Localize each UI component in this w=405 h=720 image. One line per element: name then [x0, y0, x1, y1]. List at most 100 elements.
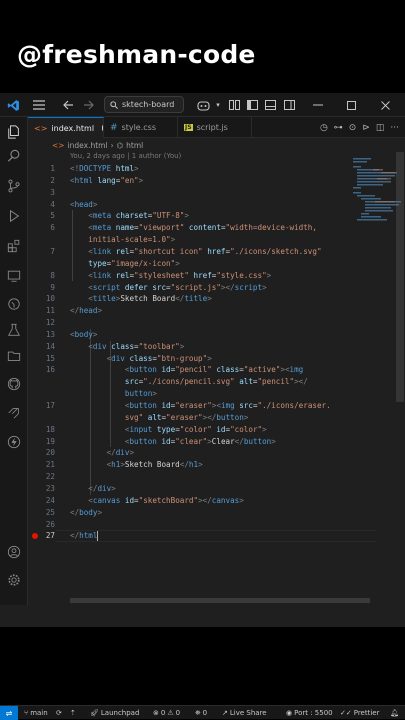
code-line[interactable]: 15 <div class="btn-group"> — [28, 353, 358, 365]
live-server-status[interactable]: ◉ Port : 5500 — [286, 706, 333, 720]
open-changes-icon[interactable]: ⊙ — [349, 123, 357, 133]
code-text: </html — [70, 531, 99, 542]
forward-arrow-icon[interactable] — [80, 93, 96, 117]
git-blame-annotation: You, 2 days ago | 1 author (You) — [70, 152, 182, 160]
minimize-icon[interactable] — [310, 93, 326, 117]
code-line[interactable]: 23 </div> — [28, 483, 358, 495]
code-line[interactable]: 6 <meta name="viewport" content="width=d… — [28, 222, 358, 234]
code-line[interactable]: 17 <button id="eraser"><img src="./icons… — [28, 400, 358, 412]
tab-style-css[interactable]: # style.css — [104, 117, 178, 138]
menu-icon[interactable] — [30, 93, 48, 117]
account-icon[interactable] — [0, 541, 28, 563]
back-arrow-icon[interactable] — [60, 93, 76, 117]
code-line[interactable]: 9 <script defer src="script.js"></script… — [28, 282, 358, 294]
toggle-secondary-sidebar-icon[interactable] — [282, 93, 296, 117]
code-line[interactable]: 5 <meta charset="UTF-8"> — [28, 210, 358, 222]
toggle-sidebar-icon[interactable] — [245, 93, 259, 117]
tab-script-js[interactable]: JS script.js — [178, 117, 252, 138]
code-line[interactable]: 3 — [28, 187, 358, 199]
editor-actions: ◷ ⊶ ⊙ ⊳ ◫ ··· — [320, 117, 399, 138]
code-line[interactable]: 20 </div> — [28, 447, 358, 459]
problems-status[interactable]: ⊗ 0 ⚠︎ 0 — [153, 706, 180, 720]
code-line[interactable]: 13 <body> — [28, 329, 358, 341]
code-line[interactable]: 27 </html — [28, 530, 358, 542]
code-text: <meta name="viewport" content="width=dev… — [88, 223, 317, 233]
layout-icon[interactable] — [227, 93, 241, 117]
breadcrumb-file[interactable]: index.html — [68, 141, 108, 150]
code-line[interactable]: 19 <button id="clear">Clear</button> — [28, 436, 358, 448]
code-line[interactable]: type="image/x-icon"> — [28, 258, 358, 270]
line-number: 13 — [45, 329, 55, 339]
code-line[interactable]: 26 — [28, 519, 358, 531]
code-text: svg" alt="eraser"></button> — [124, 412, 249, 422]
prettier-status[interactable]: ✓✓ Prettier — [340, 706, 379, 720]
live-share-icon[interactable] — [0, 401, 28, 423]
timeline-icon[interactable]: ◷ — [320, 123, 328, 133]
extensions-icon[interactable] — [0, 235, 28, 257]
line-number: 9 — [50, 282, 55, 292]
explorer-icon[interactable] — [0, 121, 28, 143]
code-line[interactable]: 4 <head> — [28, 199, 358, 211]
code-line[interactable]: 12 — [28, 317, 358, 329]
code-line[interactable]: 16 <button id="pencil" class="active"><i… — [28, 364, 358, 376]
testing-icon[interactable] — [0, 319, 28, 341]
code-line[interactable]: 14 <div class="toolbar"> — [28, 341, 358, 353]
code-line[interactable]: 11 </head> — [28, 305, 358, 317]
vertical-scrollbar[interactable] — [396, 152, 404, 402]
remote-explorer-icon[interactable] — [0, 265, 28, 287]
code-line[interactable]: 24 <canvas id="sketchBoard"></canvas> — [28, 495, 358, 507]
code-text: <html lang="en"> — [70, 175, 144, 185]
github-icon[interactable] — [0, 373, 28, 395]
run-debug-icon[interactable] — [0, 205, 28, 227]
notifications-bell-icon[interactable]: 🔔︎ — [390, 706, 399, 720]
copilot-icon[interactable] — [193, 93, 213, 117]
code-line[interactable]: 2 <html lang="en"> — [28, 175, 358, 187]
breadcrumb-element[interactable]: html — [126, 141, 143, 150]
ports-status[interactable]: ⛯ 0 — [195, 706, 207, 720]
launchpad-status[interactable]: 🚀︎ Launchpad — [90, 706, 139, 720]
code-line[interactable]: 1 <!DOCTYPE html> — [28, 163, 358, 175]
more-actions-icon[interactable]: ··· — [390, 123, 399, 133]
branch-status[interactable]: ⑂ main — [24, 706, 48, 720]
source-control-icon[interactable] — [0, 175, 28, 197]
horizontal-scrollbar[interactable] — [70, 598, 370, 603]
code-line[interactable]: 10 <title>Sketch Board</title> — [28, 293, 358, 305]
ports-count: 0 — [202, 709, 208, 717]
go-forward-icon[interactable]: ⊳ — [362, 123, 370, 133]
code-line[interactable]: 25 </body> — [28, 507, 358, 519]
code-line[interactable]: 8 <link rel="stylesheet" href="style.css… — [28, 270, 358, 282]
code-line[interactable]: initial-scale=1.0"> — [28, 234, 358, 246]
settings-gear-icon[interactable] — [0, 569, 28, 591]
remote-indicator-icon[interactable]: ⇌ — [0, 706, 18, 720]
maximize-icon[interactable] — [343, 93, 359, 117]
close-icon[interactable] — [377, 93, 393, 117]
toggle-panel-icon[interactable] — [263, 93, 277, 117]
split-editor-icon[interactable]: ◫ — [376, 123, 385, 133]
live-share-icon: ↗ — [222, 709, 228, 717]
line-number: 27 — [45, 531, 55, 541]
lightning-icon[interactable] — [0, 431, 28, 453]
code-line[interactable]: 18 <input type="color" id="color"> — [28, 424, 358, 436]
search-sidebar-icon[interactable] — [0, 145, 28, 167]
line-number: 19 — [45, 436, 55, 446]
code-line[interactable]: svg" alt="eraser"></button> — [28, 412, 358, 424]
code-line[interactable]: 7 <link rel="shortcut icon" href="./icon… — [28, 246, 358, 258]
sync-icon[interactable]: ⟳ — [56, 706, 62, 720]
code-line[interactable]: button> — [28, 388, 358, 400]
tab-label: script.js — [196, 123, 228, 132]
gitlens-icon[interactable] — [0, 293, 28, 315]
code-line[interactable]: src="./icons/pencil.svg" alt="pencil"></ — [28, 376, 358, 388]
code-line[interactable]: 22 — [28, 471, 358, 483]
tab-index-html[interactable]: <> index.html — [28, 117, 104, 138]
code-line[interactable]: 21 <h1>Sketch Board</h1> — [28, 459, 358, 471]
git-compare-icon[interactable]: ⊶ — [334, 123, 343, 133]
publish-icon[interactable]: ⇡ — [70, 706, 76, 720]
code-editor[interactable]: You, 2 days ago | 1 author (You) 1 <!DOCT… — [28, 152, 405, 605]
warning-icon: ⚠︎ — [167, 709, 174, 717]
live-share-status[interactable]: ↗ Live Share — [222, 706, 267, 720]
command-center-search[interactable]: sktech-board — [104, 96, 184, 113]
breadcrumb: <> index.html › ⌬ html — [28, 138, 405, 152]
copilot-chevron-icon[interactable]: ▾ — [214, 93, 222, 117]
line-number: 3 — [50, 187, 55, 197]
folder-icon[interactable] — [0, 345, 28, 367]
